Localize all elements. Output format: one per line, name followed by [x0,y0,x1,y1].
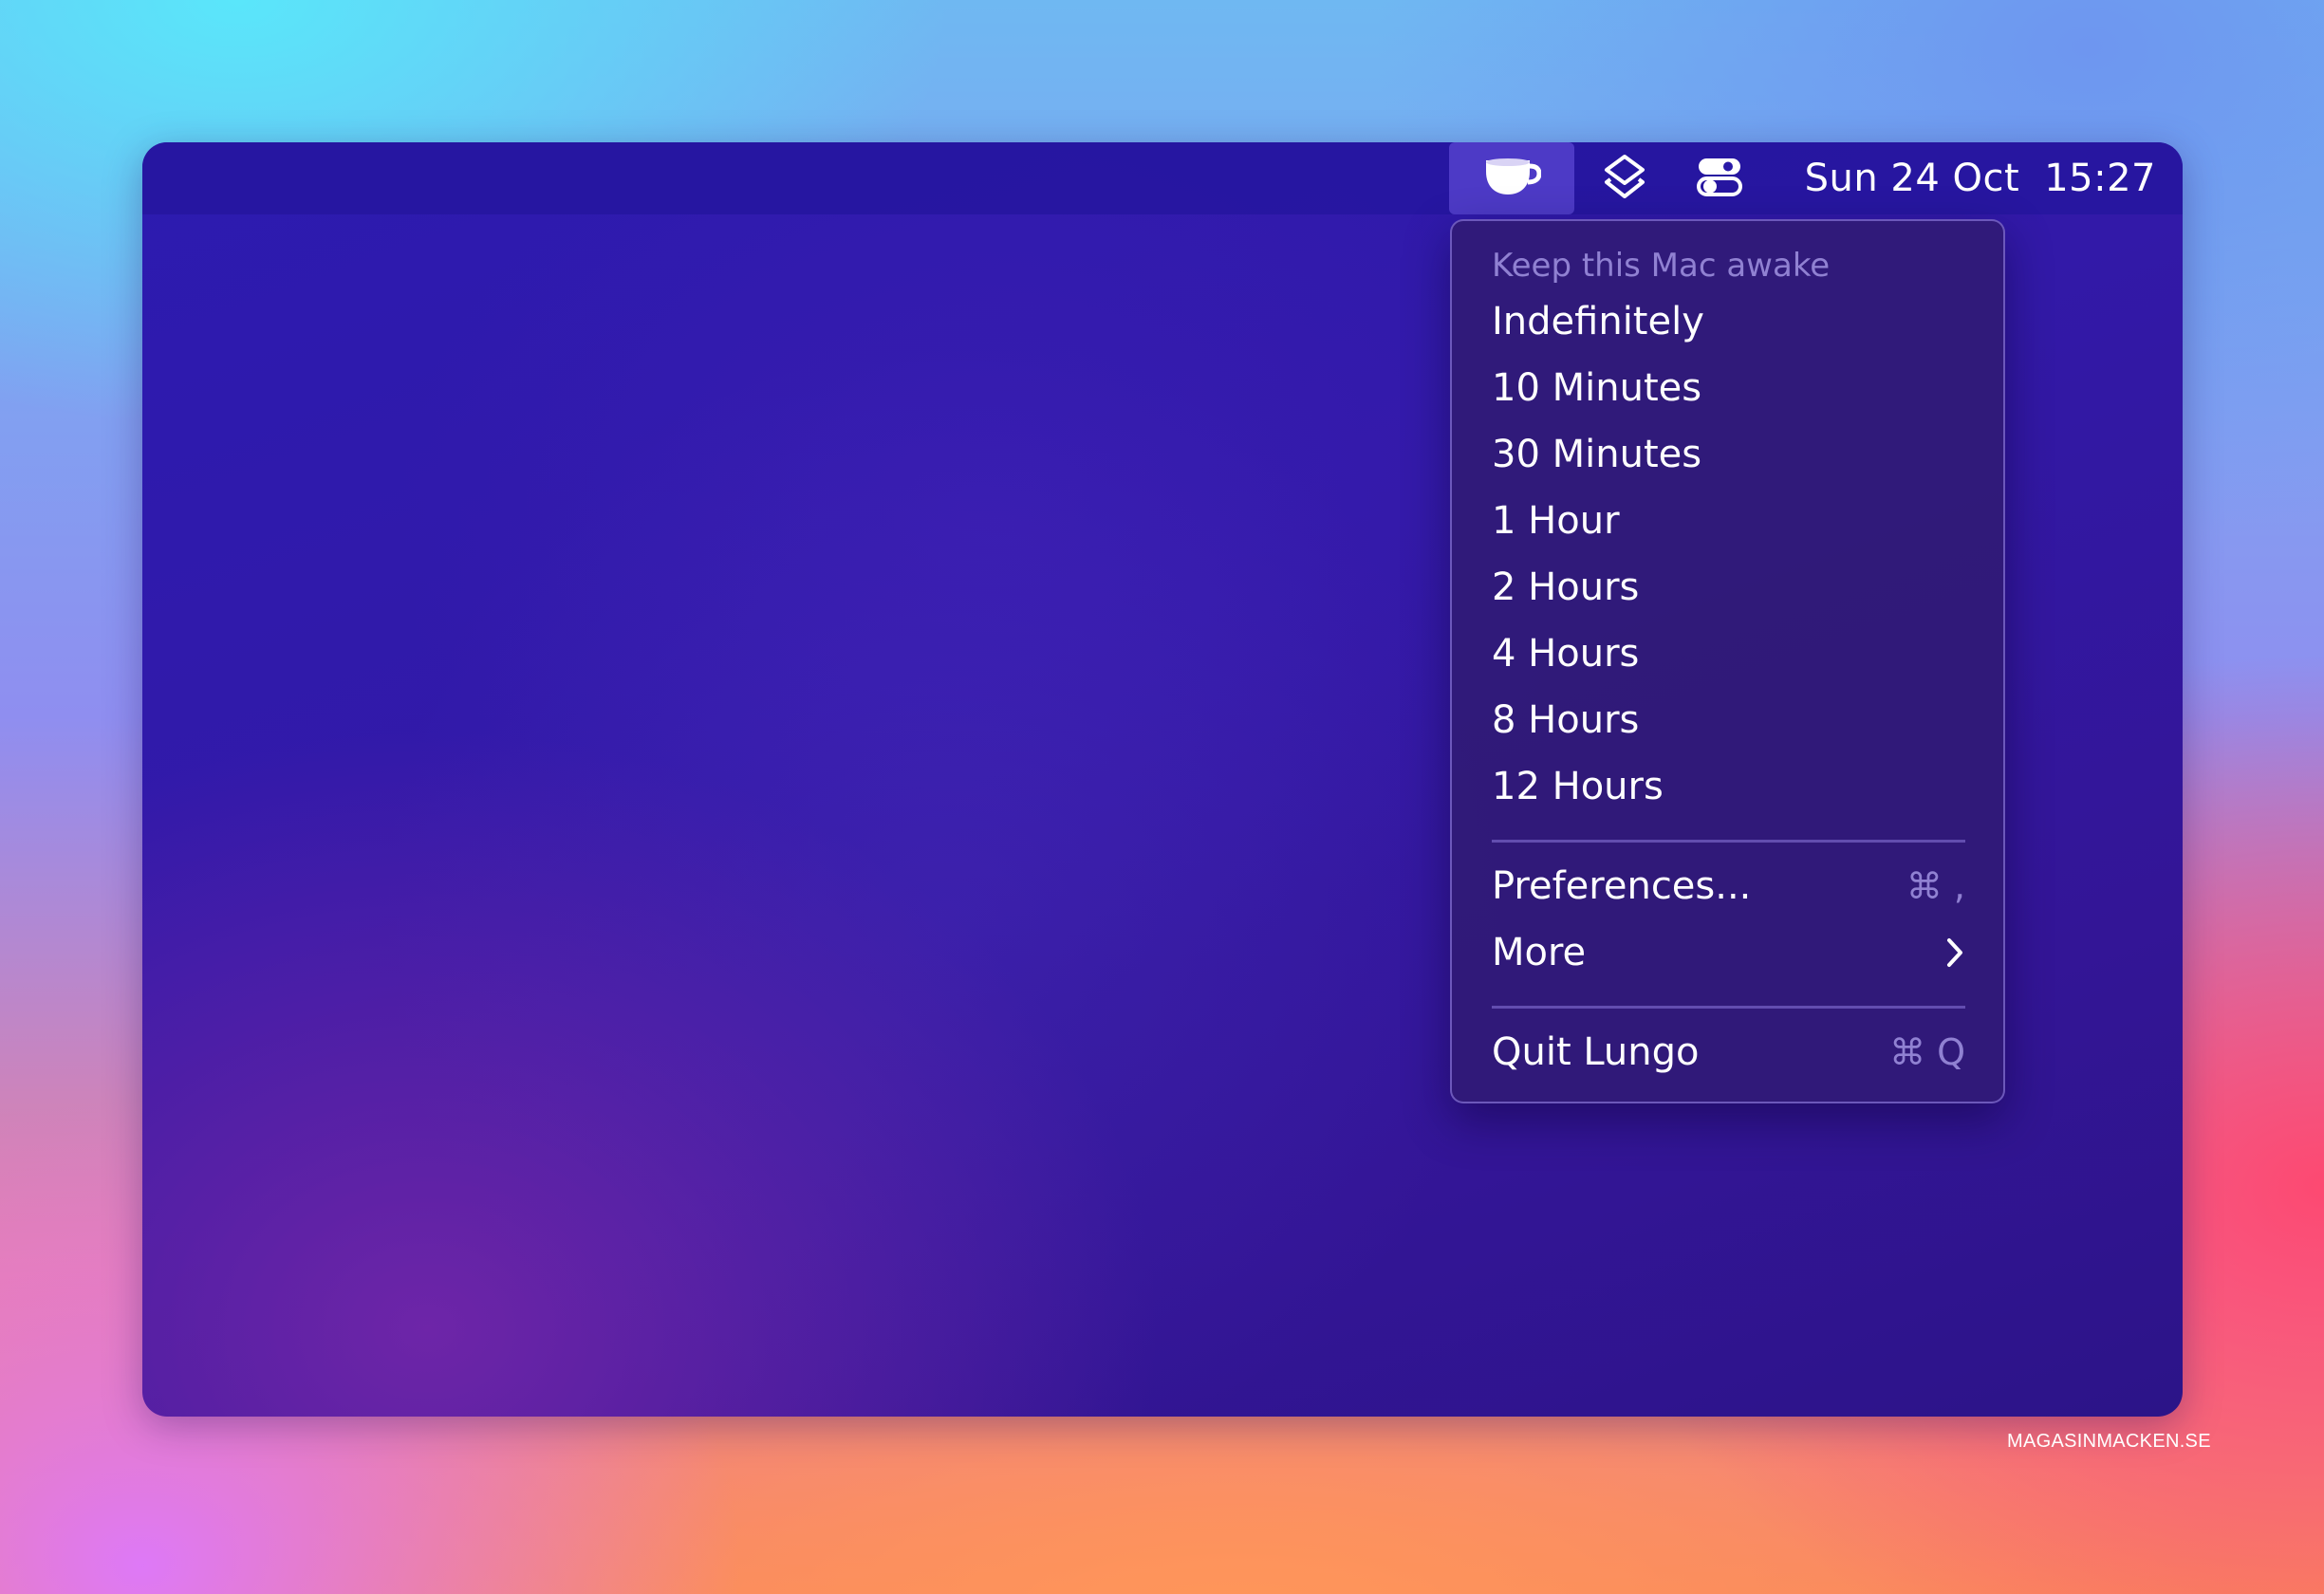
menu-item-label: 30 Minutes [1492,433,1702,476]
menu-item-label: 8 Hours [1492,698,1640,742]
menu-item-2-hours[interactable]: 2 Hours [1459,557,1996,618]
keyboard-shortcut: ⌘ Q [1889,1031,1965,1073]
menu-item-label: Quit Lungo [1492,1030,1700,1074]
menu-item-label: Preferences... [1492,864,1752,908]
wallpaper-sheen [332,294,1566,1417]
menu-separator [1492,1006,1965,1009]
menu-item-indefinitely[interactable]: Indefinitely [1459,291,1996,352]
shortcut-key: , [1953,865,1965,907]
menu-item-label: 1 Hour [1492,499,1620,543]
layers-icon [1603,153,1646,204]
menu-item-label: 4 Hours [1492,632,1640,676]
menu-item-4-hours[interactable]: 4 Hours [1459,623,1996,684]
command-key-icon: ⌘ [1906,865,1943,907]
menubar-clock[interactable]: Sun 24 Oct 15:27 [1776,142,2156,214]
menu-item-label: 10 Minutes [1492,366,1702,410]
menu-item-label: 12 Hours [1492,765,1664,808]
menu-item-1-hour[interactable]: 1 Hour [1459,491,1996,551]
menu-item-12-hours[interactable]: 12 Hours [1459,756,1996,817]
menu-separator [1492,840,1965,843]
menu-item-8-hours[interactable]: 8 Hours [1459,690,1996,751]
menu-item-preferences[interactable]: Preferences... ⌘ , [1459,856,1996,917]
menu-item-quit[interactable]: Quit Lungo ⌘ Q [1459,1022,1996,1083]
control-center-button[interactable] [1686,142,1753,214]
menu-item-10-minutes[interactable]: 10 Minutes [1459,358,1996,418]
menu-section-header: Keep this Mac awake [1492,247,1831,285]
control-center-icon [1696,156,1743,201]
lungo-menu-button[interactable] [1449,142,1574,214]
chevron-right-icon [1944,936,1965,969]
menu-item-30-minutes[interactable]: 30 Minutes [1459,424,1996,485]
menu-item-more[interactable]: More [1459,922,1996,983]
layers-menu-button[interactable] [1591,142,1658,214]
coffee-cup-icon [1482,155,1542,202]
command-key-icon: ⌘ [1889,1031,1926,1073]
keyboard-shortcut: ⌘ , [1906,865,1965,907]
shortcut-key: Q [1937,1031,1965,1073]
watermark: MAGASINMACKEN.SE [2007,1431,2211,1452]
menu-item-label: Indefinitely [1492,300,1704,343]
menu-item-label: More [1492,931,1587,974]
menu-item-label: 2 Hours [1492,565,1640,609]
menu-bar: Sun 24 Oct 15:27 [142,142,2183,214]
clock-date: Sun 24 Oct [1804,157,2020,200]
clock-time: 15:27 [2044,157,2156,200]
lungo-dropdown-menu: Keep this Mac awake Indefinitely 10 Minu… [1450,219,2005,1103]
